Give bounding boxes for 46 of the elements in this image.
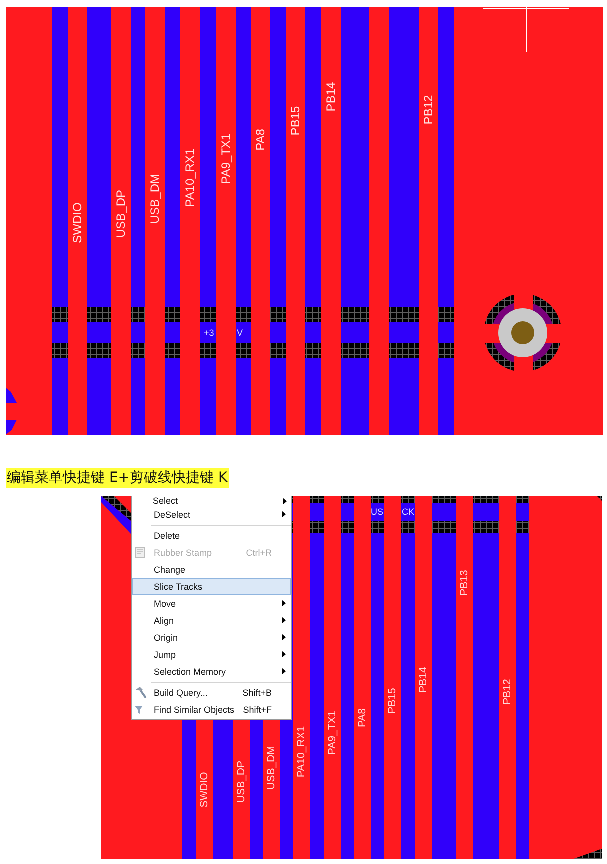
menu-item[interactable]: Delete xyxy=(132,527,291,544)
net-label: US xyxy=(371,507,384,517)
net-label: USB_DM xyxy=(148,174,162,224)
hatched-corner xyxy=(597,496,602,501)
menu-shortcut: Shift+B xyxy=(242,688,273,698)
net-label: SWDIO xyxy=(70,202,84,244)
menu-item[interactable]: Move xyxy=(132,595,291,612)
menu-item[interactable]: Origin xyxy=(132,629,291,646)
net-label: PB14 xyxy=(324,82,338,112)
net-label: PB12 xyxy=(422,95,436,125)
net-label: +3 xyxy=(204,328,214,338)
menu-item[interactable]: Selection Memory xyxy=(132,663,291,680)
menu-item[interactable]: Select xyxy=(132,496,291,506)
net-label: PA8 xyxy=(254,129,268,151)
net-label: USB_DP xyxy=(236,761,248,803)
menu-item[interactable]: Slice Tracks xyxy=(132,578,291,595)
via-pad xyxy=(6,388,17,435)
menu-item[interactable]: DeSelect xyxy=(132,506,291,523)
net-label: PA10_RX1 xyxy=(183,148,197,208)
hatched-corner xyxy=(574,849,602,859)
net-label: CK xyxy=(402,507,415,517)
menu-item[interactable]: Jump xyxy=(132,646,291,663)
net-label: PB15 xyxy=(288,106,302,136)
net-label: SWDIO xyxy=(198,772,210,808)
net-label: PA8 xyxy=(356,708,368,728)
document-icon xyxy=(135,547,145,558)
hammer-icon xyxy=(135,686,147,698)
net-label: PB15 xyxy=(386,688,398,714)
menu-shortcut: Ctrl+R xyxy=(245,548,273,558)
net-label: PA9_TX1 xyxy=(219,134,233,184)
menu-item[interactable]: Change xyxy=(132,561,291,578)
caption-text: 编辑菜单快捷键 E+剪破线快捷键 K xyxy=(6,468,229,488)
menu-item[interactable]: Find Similar Objects Shift+F xyxy=(132,701,291,718)
menu-shortcut: Shift+F xyxy=(242,704,273,714)
net-label: V xyxy=(237,328,244,338)
net-label: PB14 xyxy=(418,667,430,693)
net-label: PB12 xyxy=(502,679,514,705)
net-label: PA10_RX1 xyxy=(296,726,308,778)
filter-icon xyxy=(135,706,143,714)
net-label: USB_DM xyxy=(266,746,278,790)
net-label: PB13 xyxy=(458,570,470,596)
menu-item[interactable]: Align xyxy=(132,612,291,629)
diagonal-track xyxy=(101,496,131,534)
net-label: PA9_TX1 xyxy=(326,710,338,756)
menu-item[interactable]: Build Query... Shift+B xyxy=(132,684,291,701)
net-label: USB_DP xyxy=(114,190,128,238)
